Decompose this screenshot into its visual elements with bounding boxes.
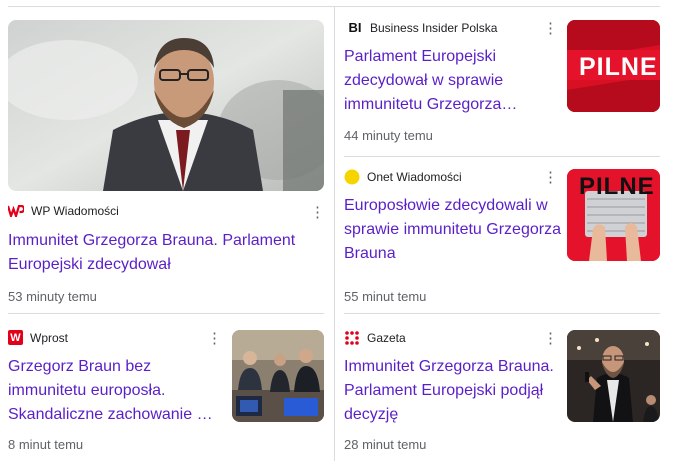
timestamp: 55 minut temu [344, 289, 427, 304]
article-title[interactable]: Immunitet Grzegorza Brauna. Parlament Eu… [344, 355, 564, 427]
source-row[interactable]: W Wprost [8, 330, 68, 345]
timestamp: 8 minut temu [8, 437, 84, 452]
article-title[interactable]: Europosłowie zdecydowali w sprawie immun… [344, 194, 564, 266]
source-name: Onet Wiadomości [367, 170, 462, 184]
news-card-business-insider[interactable]: BI Business Insider Polska ⋮ Parlament E… [335, 0, 691, 156]
more-vert-icon[interactable]: ⋮ [543, 170, 558, 185]
source-row[interactable]: BI Business Insider Polska [347, 20, 498, 35]
source-row[interactable]: Gazeta [344, 330, 406, 346]
more-vert-icon[interactable]: ⋮ [543, 331, 558, 346]
wp-logo-icon [8, 205, 24, 217]
more-vert-icon[interactable]: ⋮ [207, 331, 222, 346]
news-card-wprost[interactable]: W Wprost ⋮ Grzegorz Braun bez immunitetu… [0, 314, 334, 461]
source-name: Wprost [30, 330, 69, 345]
source-row[interactable]: Onet Wiadomości [344, 169, 462, 185]
onet-logo-icon [344, 169, 360, 185]
source-row[interactable]: WP Wiadomości [8, 204, 119, 218]
more-vert-icon[interactable]: ⋮ [310, 205, 325, 220]
pilne-label: PILNE [579, 53, 658, 81]
gazeta-logo-icon [344, 330, 360, 346]
news-card-gazeta[interactable]: Gazeta ⋮ Immunitet Grzegorza Brauna. Par… [335, 314, 691, 461]
news-card-onet[interactable]: Onet Wiadomości ⋮ Europosłowie zdecydowa… [335, 157, 691, 313]
more-vert-icon[interactable]: ⋮ [543, 21, 558, 36]
pilne-laptop-thumbnail[interactable]: PILNE [567, 169, 660, 261]
pilne-label: PILNE [579, 173, 655, 200]
source-name: Business Insider Polska [370, 20, 498, 35]
timestamp: 28 minut temu [344, 437, 427, 452]
pilne-thumbnail[interactable]: PILNE [567, 20, 660, 112]
article-title[interactable]: Immunitet Grzegorza Brauna. Parlament Eu… [8, 229, 318, 277]
news-card-wp[interactable]: WP Wiadomości ⋮ Immunitet Grzegorza Brau… [0, 0, 334, 313]
parliament-photo-thumbnail[interactable] [232, 330, 324, 422]
source-name: Gazeta [367, 331, 406, 345]
business-insider-logo-icon: BI [348, 20, 362, 35]
source-name: WP Wiadomości [31, 204, 119, 218]
article-title[interactable]: Grzegorz Braun bez immunitetu europosła.… [8, 355, 220, 427]
timestamp: 44 minuty temu [344, 128, 433, 143]
article-title[interactable]: Parlament Europejski zdecydował w sprawi… [344, 45, 544, 117]
wprost-logo-icon: W [8, 330, 23, 345]
braun-speaking-thumbnail[interactable] [567, 330, 660, 422]
timestamp: 53 minuty temu [8, 289, 97, 304]
news-photo-braun-smoke[interactable] [8, 20, 324, 191]
